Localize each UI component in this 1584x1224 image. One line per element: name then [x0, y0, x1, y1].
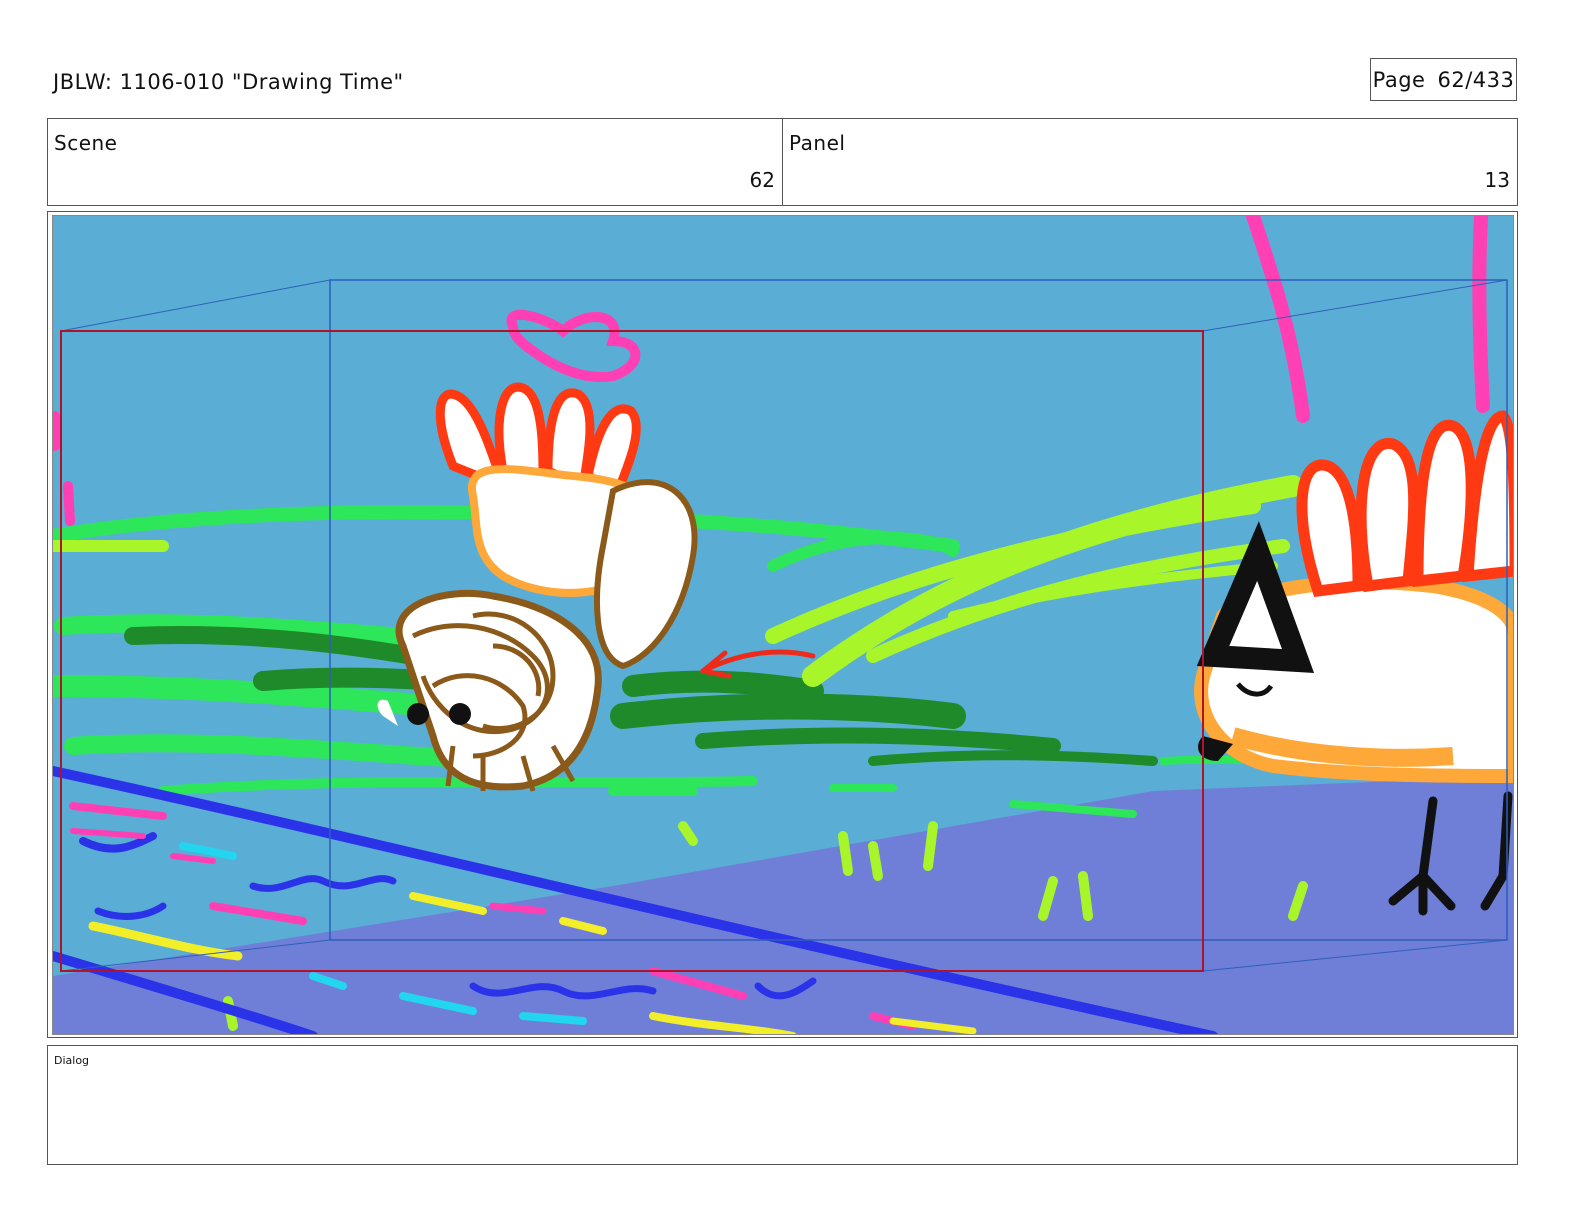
storyboard-artwork	[52, 215, 1514, 1035]
page-number: 62/433	[1437, 67, 1515, 92]
dialog-box: Dialog	[47, 1045, 1518, 1165]
eye-icon	[407, 703, 429, 725]
scene-label: Scene	[54, 131, 118, 155]
page-indicator: Page 62/433	[1370, 58, 1517, 101]
panel-cell: Panel 13	[782, 119, 1517, 205]
panel-number: 13	[1484, 168, 1510, 192]
scene-cell: Scene 62	[48, 119, 782, 205]
scene-panel-row: Scene 62 Panel 13	[47, 118, 1518, 206]
dialog-label: Dialog	[54, 1054, 90, 1067]
eye-icon	[449, 703, 471, 725]
document-title: JBLW: 1106-010 "Drawing Time"	[53, 70, 404, 94]
page-label: Page	[1372, 67, 1426, 92]
panel-label: Panel	[789, 131, 846, 155]
scene-number: 62	[749, 168, 775, 192]
